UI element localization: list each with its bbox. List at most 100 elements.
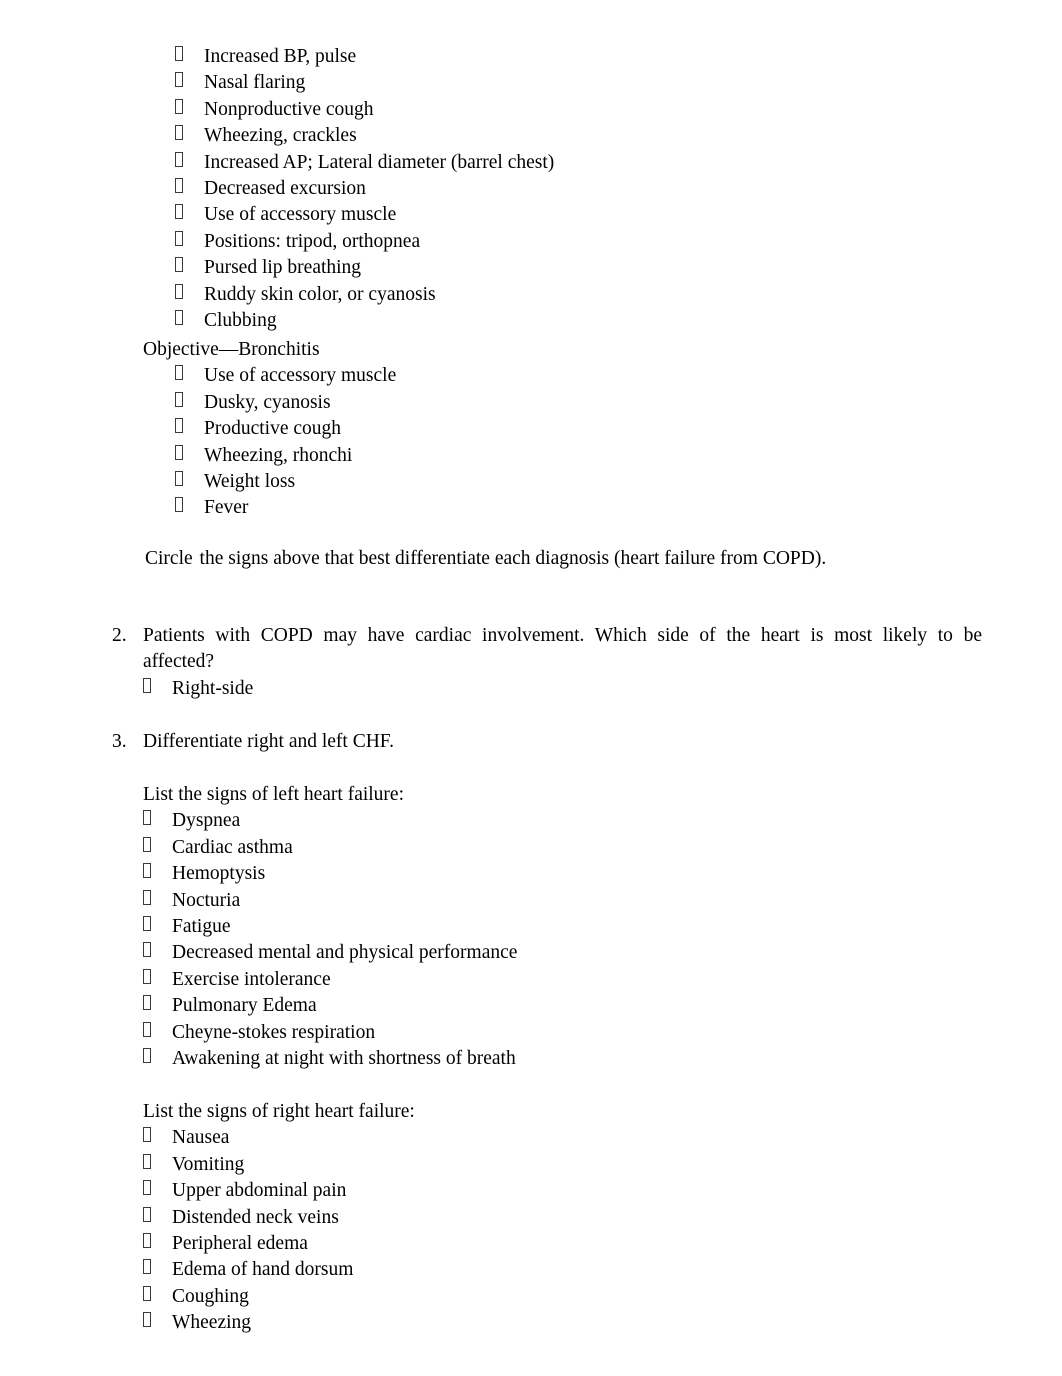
- tofu-box-icon: [143, 677, 151, 693]
- tofu-box-icon: [175, 418, 183, 434]
- tofu-box-icon: [143, 1127, 151, 1143]
- tofu-box-icon: [175, 471, 183, 487]
- list-item: Nausea: [143, 1125, 415, 1151]
- list-item-label: Vomiting: [172, 1153, 245, 1175]
- list-item: Nasal flaring: [175, 70, 554, 96]
- question-2-line-2: affected?: [143, 651, 215, 673]
- question-3-block: 3. Differentiate right and left CHF.: [0, 729, 1062, 755]
- right-heart-failure-section: List the signs of right heart failure: N…: [0, 1099, 415, 1337]
- tofu-box-icon: [175, 72, 183, 88]
- list-item: Peripheral edema: [143, 1231, 415, 1257]
- tofu-box-icon: [175, 365, 183, 381]
- tofu-box-icon: [175, 178, 183, 194]
- list-item-label: Wheezing, rhonchi: [204, 444, 353, 466]
- list-item: Nonproductive cough: [175, 97, 554, 123]
- tofu-box-icon: [143, 995, 151, 1011]
- list-item-label: Upper abdominal pain: [172, 1180, 347, 1202]
- list-item-label: Clubbing: [204, 310, 277, 332]
- tofu-box-icon: [143, 942, 151, 958]
- list-item-label: Weight loss: [204, 471, 296, 493]
- question-3-number: 3.: [112, 731, 127, 752]
- question-2-text: Patients with COPD may have cardiac invo…: [143, 623, 982, 676]
- list-item: Wheezing: [143, 1310, 415, 1336]
- highlight-text: Circle: [145, 548, 193, 569]
- tofu-box-icon: [143, 1233, 151, 1249]
- list-item: Use of accessory muscle: [175, 363, 396, 389]
- list-item-label: Decreased excursion: [204, 178, 366, 200]
- list-item: Right-side: [143, 676, 1062, 702]
- list-item-label: Nasal flaring: [204, 72, 306, 94]
- list-item-label: Decreased mental and physical performanc…: [172, 942, 518, 964]
- tofu-box-icon: [143, 889, 151, 905]
- tofu-box-icon: [143, 1259, 151, 1275]
- left-heart-failure-list: Dyspnea Cardiac asthma Hemoptysis Noctur…: [0, 808, 517, 1072]
- document-page: Increased BP, pulse Nasal flaring Nonpro…: [0, 0, 1062, 1376]
- list-item-label: Increased AP; Lateral diameter (barrel c…: [204, 151, 555, 173]
- list-item: Pulmonary Edema: [143, 993, 517, 1019]
- tofu-box-icon: [175, 204, 183, 220]
- list-item-label: Dusky, cyanosis: [204, 391, 331, 413]
- left-heart-failure-section: List the signs of left heart failure: Dy…: [0, 782, 517, 1072]
- tofu-box-icon: [143, 916, 151, 932]
- list-item: Nocturia: [143, 888, 517, 914]
- list-item: Increased BP, pulse: [175, 44, 554, 70]
- list-item: Exercise intolerance: [143, 967, 517, 993]
- tofu-box-icon: [143, 863, 151, 879]
- list-item-label: Nocturia: [172, 889, 241, 911]
- list-item-label: Peripheral edema: [172, 1233, 308, 1255]
- list-item: Decreased mental and physical performanc…: [143, 940, 517, 966]
- tofu-box-icon: [143, 1021, 151, 1037]
- list-item-label: Use of accessory muscle: [204, 365, 397, 387]
- list-item-label: Cardiac asthma: [172, 836, 293, 858]
- section-heading: Objective—Bronchitis: [143, 339, 320, 360]
- list-item: Cardiac asthma: [143, 835, 517, 861]
- list-item: Upper abdominal pain: [143, 1178, 415, 1204]
- list-item: Awakening at night with shortness of bre…: [143, 1046, 517, 1072]
- list-item: Use of accessory muscle: [175, 202, 554, 228]
- tofu-box-icon: [175, 444, 183, 460]
- objective-bronchitis-section: Objective—Bronchitis Use of accessory mu…: [0, 337, 396, 522]
- list-item-label: Fatigue: [172, 916, 231, 938]
- list-item-label: Productive cough: [204, 418, 342, 440]
- list-item: Fever: [175, 495, 396, 521]
- list-item-label: Dyspnea: [172, 810, 241, 832]
- list-item: Distended neck veins: [143, 1205, 415, 1231]
- tofu-box-icon: [175, 310, 183, 326]
- question-2-answer-list: Right-side: [0, 676, 1062, 702]
- list-item-label: Wheezing, crackles: [204, 125, 357, 147]
- tofu-box-icon: [175, 391, 183, 407]
- question-2-number: 2.: [112, 625, 127, 646]
- list-item: Coughing: [143, 1284, 415, 1310]
- list-item: Dyspnea: [143, 808, 517, 834]
- list-item: Weight loss: [175, 469, 396, 495]
- list-item-label: Coughing: [172, 1285, 249, 1307]
- list-item: Fatigue: [143, 914, 517, 940]
- list-item: Hemoptysis: [143, 861, 517, 887]
- list-item: Wheezing, crackles: [175, 123, 554, 149]
- objective-copd-signs-list: Increased BP, pulse Nasal flaring Nonpro…: [0, 44, 554, 334]
- list-item: Pursed lip breathing: [175, 255, 554, 281]
- list-item: Wheezing, rhonchi: [175, 443, 396, 469]
- list-item-label: Increased BP, pulse: [204, 46, 357, 67]
- question-3: 3. Differentiate right and left CHF.: [0, 729, 1062, 755]
- tofu-box-icon: [175, 151, 183, 167]
- highlighted-word-circle: Circle: [143, 547, 195, 570]
- list-item: Dusky, cyanosis: [175, 390, 396, 416]
- tofu-box-icon: [175, 46, 183, 61]
- question-2-line-1: Patients with COPD may have cardiac invo…: [143, 625, 982, 646]
- circle-instruction-paragraph: Circle the signs above that best differe…: [143, 546, 826, 572]
- tofu-box-icon: [143, 1048, 151, 1064]
- list-item-label: Awakening at night with shortness of bre…: [172, 1048, 516, 1070]
- list-item: Cheyne-stokes respiration: [143, 1020, 517, 1046]
- list-item-label: Right-side: [172, 677, 254, 699]
- list-item-label: Positions: tripod, orthopnea: [204, 230, 421, 252]
- list-item-label: Nonproductive cough: [204, 98, 374, 120]
- list-item: Edema of hand dorsum: [143, 1257, 415, 1283]
- list-item-label: Distended neck veins: [172, 1206, 339, 1228]
- right-heart-failure-list: Nausea Vomiting Upper abdominal pain Dis…: [0, 1125, 415, 1336]
- tofu-box-icon: [175, 283, 183, 299]
- list-item: Clubbing: [175, 308, 554, 334]
- tofu-box-icon: [143, 836, 151, 852]
- list-item: Ruddy skin color, or cyanosis: [175, 282, 554, 308]
- list-item-label: Edema of hand dorsum: [172, 1259, 354, 1281]
